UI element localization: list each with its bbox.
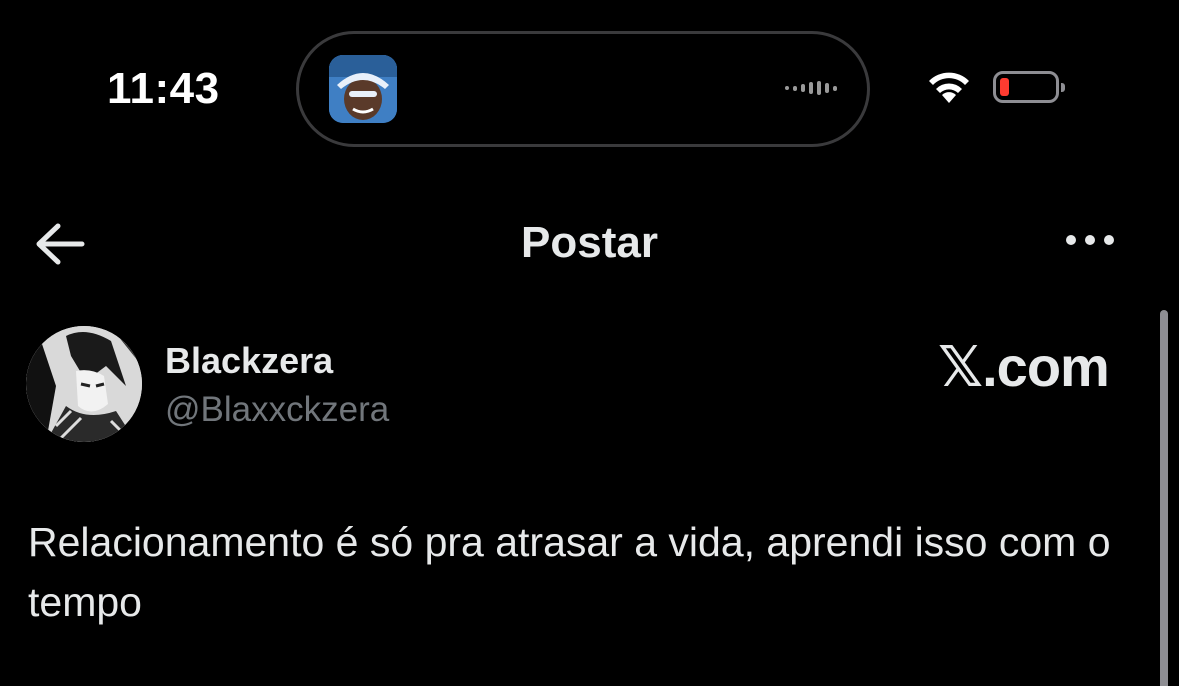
battery-level [1000,78,1009,96]
app-thumbnail-icon[interactable] [329,55,397,123]
display-name[interactable]: Blackzera [165,340,333,382]
more-horizontal-icon[interactable] [1066,235,1114,245]
status-time: 11:43 [107,64,220,113]
battery-icon [993,71,1065,103]
dynamic-island[interactable] [296,31,870,147]
screen: 11:43 Postar Blackzera @Blaxxckzera 𝕏.co… [0,0,1179,686]
x-com-watermark: 𝕏.com [938,335,1110,398]
post-text: Relacionamento é só pra atrasar a vida, … [28,519,1111,625]
user-handle[interactable]: @Blaxxckzera [165,390,389,430]
audio-waveform-icon [785,81,837,95]
wifi-icon [929,72,969,103]
battery-cap [1061,83,1065,92]
avatar[interactable] [26,326,142,442]
scrollbar[interactable] [1160,310,1168,686]
page-title: Postar [521,218,658,267]
